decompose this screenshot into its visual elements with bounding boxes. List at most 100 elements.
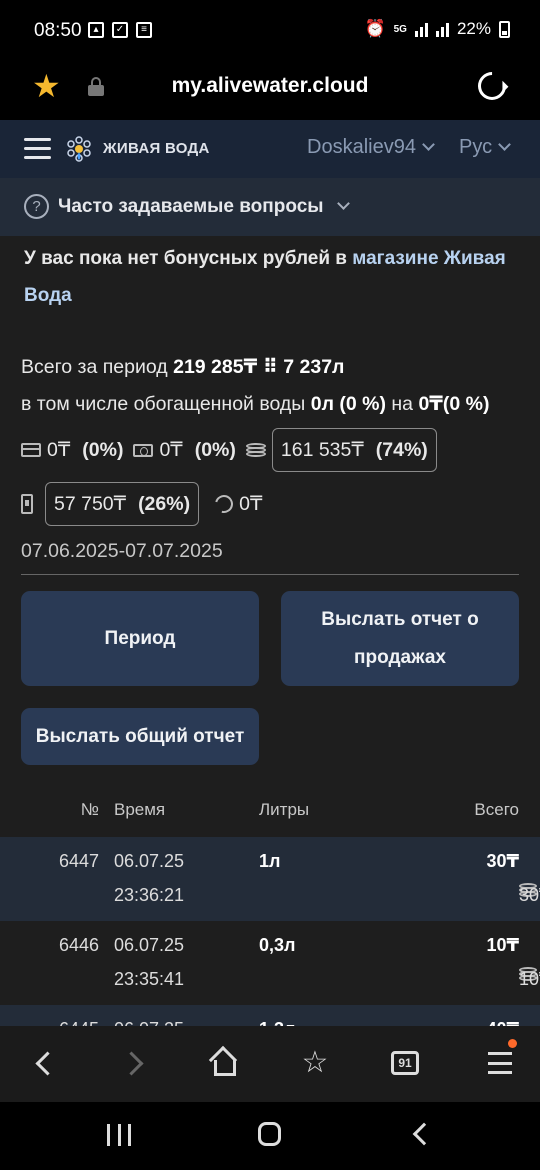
credit-card-icon xyxy=(21,443,41,457)
faq-toggle[interactable]: ? Часто задаваемые вопросы xyxy=(0,178,540,236)
row-num: 6446 xyxy=(58,935,99,955)
mobile-percent: (26%) xyxy=(138,492,191,515)
date-range: 07.06.2025-07.07.2025 xyxy=(21,540,223,562)
url-text[interactable]: my.alivewater.cloud xyxy=(0,74,540,98)
document-icon: ≡ xyxy=(136,22,152,38)
home-icon[interactable] xyxy=(208,1045,242,1080)
home-button-icon[interactable] xyxy=(258,1122,281,1146)
total-liters: 7 237л xyxy=(283,356,345,378)
language-menu[interactable]: Рус xyxy=(459,136,511,159)
header-total[interactable]: Всего xyxy=(474,800,519,820)
row-liters: 1л xyxy=(259,851,281,871)
browser-toolbar: ☆ 91 xyxy=(0,1026,540,1102)
logo-text[interactable]: ЖИВАЯ ВОДА xyxy=(103,140,210,157)
row-coins-amount: 30₸ xyxy=(519,885,540,905)
bookmarks-icon[interactable]: ☆ xyxy=(298,1046,332,1080)
cash-amount: 0₸ xyxy=(159,439,183,461)
header-liters[interactable]: Литры xyxy=(259,800,309,820)
cash-percent: (0%) xyxy=(194,438,236,461)
chevron-down-icon xyxy=(422,138,435,151)
forward-icon[interactable] xyxy=(118,1046,152,1080)
card-amount: 0₸ xyxy=(47,439,71,461)
row-liters: 0,3л xyxy=(259,935,296,955)
signal-icon xyxy=(414,21,428,37)
period-summary: Всего за период 219 285₸ ⠿ 7 237л в том … xyxy=(21,349,531,571)
tabs-icon: 91 xyxy=(391,1051,419,1075)
header-time[interactable]: Время xyxy=(114,800,165,820)
user-menu[interactable]: Doskaliev94 xyxy=(307,136,435,159)
site-header: ЖИВАЯ ВОДА Doskaliev94 Рус xyxy=(0,120,540,178)
back-icon[interactable] xyxy=(26,1046,60,1080)
reload-icon[interactable] xyxy=(472,66,512,106)
row-total: 30₸ xyxy=(486,851,519,871)
chevron-down-icon xyxy=(337,197,350,210)
row-date: 06.07.25 xyxy=(114,935,185,955)
menu-icon[interactable] xyxy=(483,1052,517,1074)
row-total: 40₸ xyxy=(486,1017,519,1026)
mobile-payments: 57 750₸ (26%) xyxy=(21,482,200,526)
refunds: 0₸ xyxy=(209,491,263,517)
coins-box: 161 535₸ (74%) xyxy=(271,428,437,472)
table-row[interactable]: 6446 06.07.25 23:35:41 0,3л 10₸ 10₸ xyxy=(0,921,540,1005)
mobile-box: 57 750₸ (26%) xyxy=(45,482,200,526)
row-coins-amount: 10₸ xyxy=(519,969,540,989)
coin-payments: 161 535₸ (74%) xyxy=(245,428,437,472)
language-label: Рус xyxy=(459,136,493,158)
browser-url-bar: ★ my.alivewater.cloud xyxy=(0,62,540,120)
enriched-amount: 0₸(0 %) xyxy=(418,393,490,415)
user-name: Doskaliev94 xyxy=(307,136,416,158)
check-icon: ✓ xyxy=(112,22,128,38)
coins-percent: (74%) xyxy=(375,438,428,461)
row-liters: 1,3л xyxy=(259,1017,295,1026)
refund-icon xyxy=(211,491,237,517)
card-payments: 0₸ (0%) xyxy=(21,438,123,462)
banknote-icon xyxy=(133,443,154,457)
table-header: № Время Литры Всего xyxy=(0,800,540,837)
row-date: 06.07.25 xyxy=(114,1017,184,1026)
status-time: 08:50 xyxy=(34,20,82,41)
refund-amount: 0₸ xyxy=(239,493,263,515)
network-type: 5G xyxy=(393,23,407,35)
total-separator: ⠿ xyxy=(257,356,284,378)
tabs-button[interactable]: 91 xyxy=(388,1046,422,1080)
row-date: 06.07.25 xyxy=(114,851,185,871)
faq-label: Часто задаваемые вопросы xyxy=(58,196,324,217)
period-button[interactable]: Период xyxy=(21,591,259,686)
battery-icon xyxy=(499,20,510,38)
bonus-text: У вас пока нет бонусных рублей в xyxy=(24,248,353,269)
mobile-payment-icon xyxy=(21,494,33,514)
total-amount: 219 285₸ xyxy=(173,356,258,378)
signal-2-icon xyxy=(435,21,449,37)
mobile-amount: 57 750₸ xyxy=(54,493,127,515)
coins-icon xyxy=(245,443,266,457)
send-general-report-button[interactable]: Выслать общий отчет xyxy=(21,708,259,765)
logo-icon xyxy=(67,136,91,162)
chevron-down-icon xyxy=(498,138,511,151)
divider xyxy=(21,574,519,575)
table-row[interactable]: 6445 06.07.25 1,3л 40₸ xyxy=(0,1005,540,1026)
send-sales-report-button[interactable]: Выслать отчет о продажах xyxy=(281,591,519,686)
alarm-icon: ⏰ xyxy=(364,19,386,38)
system-back-icon[interactable] xyxy=(412,1122,436,1146)
system-nav-bar xyxy=(0,1102,540,1170)
hamburger-icon[interactable] xyxy=(24,138,51,159)
header-num[interactable]: № xyxy=(81,800,99,820)
recents-icon[interactable] xyxy=(107,1124,131,1146)
enriched-on: на xyxy=(385,393,419,415)
row-num: 6447 xyxy=(58,851,99,871)
notification-dot xyxy=(508,1039,517,1048)
battery-level: 22% xyxy=(456,19,491,38)
gallery-icon: ▴ xyxy=(88,22,104,38)
row-time: 23:36:21 xyxy=(114,885,185,905)
table-row[interactable]: 6447 06.07.25 23:36:21 1л 30₸ 30₸ xyxy=(0,837,540,921)
bonus-notice: У вас пока нет бонусных рублей в магазин… xyxy=(24,240,514,314)
enriched-value: 0л (0 %) xyxy=(310,393,386,415)
total-label: Всего за период xyxy=(21,356,174,378)
sales-table: № Время Литры Всего 6447 06.07.25 23:36:… xyxy=(0,800,540,1026)
cash-payments: 0₸ (0%) xyxy=(133,438,236,462)
status-bar: 08:50 ▴ ✓ ≡ ⏰ 5G 22% xyxy=(0,0,540,62)
row-num: 6445 xyxy=(59,1017,99,1026)
enriched-label: в том числе обогащенной воды xyxy=(21,393,311,415)
row-time: 23:35:41 xyxy=(114,969,185,989)
row-total: 10₸ xyxy=(486,935,519,955)
